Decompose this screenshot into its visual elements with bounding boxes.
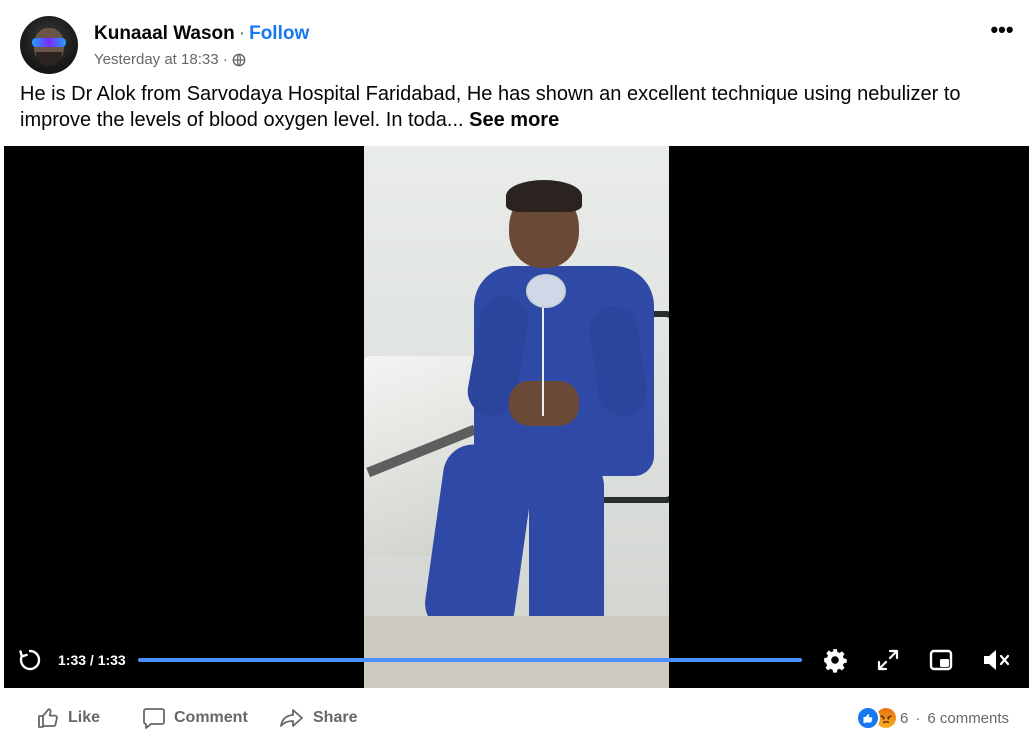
- replay-icon[interactable]: [18, 648, 42, 672]
- follow-button[interactable]: Follow: [249, 23, 309, 44]
- author-avatar[interactable]: [20, 16, 78, 74]
- thumbs-up-icon: [38, 708, 58, 728]
- share-label: Share: [313, 709, 358, 726]
- post-action-bar: Like Comment Share 6 · 6 comments: [0, 690, 1029, 745]
- fullscreen-icon[interactable]: [877, 649, 899, 671]
- post-text: He is Dr Alok from Sarvodaya Hospital Fa…: [20, 81, 1020, 133]
- comment-button[interactable]: Comment: [142, 705, 248, 731]
- speaker-muted-icon[interactable]: [981, 647, 1011, 673]
- post-meta: Yesterday at 18:33 ·: [94, 50, 246, 70]
- avatar-glasses: [32, 38, 66, 47]
- picture-in-picture-icon[interactable]: [929, 649, 953, 671]
- video-progress-bar[interactable]: [138, 658, 802, 662]
- more-options-icon[interactable]: •••: [988, 19, 1016, 44]
- video-frame: [364, 146, 669, 688]
- comment-label: Comment: [174, 709, 248, 726]
- see-more-link[interactable]: See more: [469, 109, 559, 131]
- like-label: Like: [68, 709, 101, 726]
- video-time: 1:33 / 1:33: [58, 652, 126, 668]
- person-hands: [509, 381, 579, 426]
- author-name[interactable]: Kunaaal Wason: [94, 23, 235, 44]
- globe-icon: [232, 53, 246, 67]
- avatar-beard: [36, 52, 62, 66]
- comments-count-link[interactable]: 6 comments: [927, 710, 1009, 727]
- person-hair: [506, 180, 582, 212]
- reactions-summary: 6 · 6 comments: [856, 706, 1009, 730]
- post-timestamp[interactable]: Yesterday at 18:33 ·: [94, 50, 228, 70]
- video-player[interactable]: [4, 146, 1029, 688]
- reaction-count[interactable]: 6: [900, 710, 908, 727]
- video-controls: 1:33 / 1:33: [4, 640, 1029, 680]
- like-reaction-icon[interactable]: [856, 706, 880, 730]
- share-arrow-icon: [280, 709, 303, 727]
- engagement-separator: ·: [915, 709, 921, 727]
- post-header: Kunaaal Wason · Follow: [94, 22, 309, 46]
- nebulizer-mask: [526, 274, 566, 308]
- share-button[interactable]: Share: [279, 705, 357, 731]
- post-card: Kunaaal Wason · Follow Yesterday at 18:33 …: [0, 0, 1029, 745]
- nebulizer-tube: [542, 306, 544, 416]
- settings-gear-icon[interactable]: [822, 647, 848, 673]
- header-separator: ·: [238, 23, 246, 44]
- comment-bubble-icon: [143, 708, 165, 729]
- video-progress-fill: [138, 658, 802, 662]
- like-button[interactable]: Like: [36, 705, 100, 731]
